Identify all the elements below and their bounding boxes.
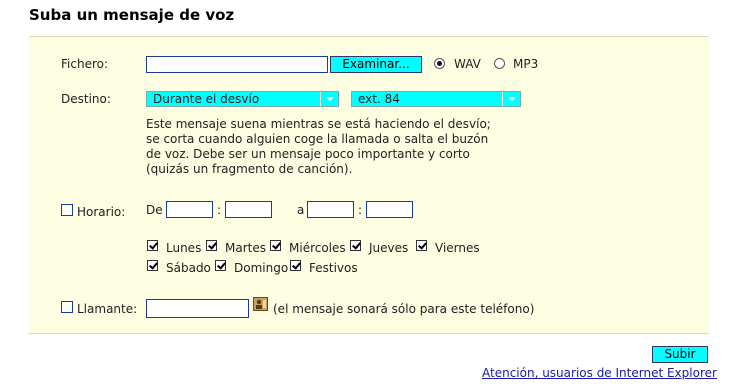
- submit-button[interactable]: Subir: [652, 346, 708, 363]
- from-label: De: [146, 203, 163, 217]
- form-panel: [29, 36, 709, 334]
- address-book-icon-glyph: [256, 299, 266, 309]
- destino-mode-select[interactable]: Durante el desvío: [146, 91, 339, 107]
- llamante-label: Llamante:: [77, 302, 138, 316]
- llamante-phone-input[interactable]: [146, 299, 249, 318]
- wav-label: WAV: [454, 57, 481, 71]
- wav-radio[interactable]: [434, 58, 445, 69]
- day-label-viernes: Viernes: [435, 241, 480, 255]
- from-hour-input[interactable]: [166, 201, 213, 218]
- mp3-label: MP3: [513, 57, 539, 71]
- day-checkbox-lunes[interactable]: [147, 240, 158, 251]
- to-hour-input[interactable]: [307, 201, 354, 218]
- destino-label: Destino:: [61, 92, 111, 106]
- day-label-jueves: Jueves: [369, 241, 409, 255]
- llamante-hint: (el mensaje sonará sólo para este teléfo…: [273, 302, 535, 316]
- day-checkbox-jueves[interactable]: [350, 240, 361, 251]
- to-label: a: [297, 203, 305, 217]
- mp3-radio[interactable]: [494, 58, 505, 69]
- file-path-input[interactable]: [146, 56, 328, 73]
- destino-description: Este mensaje suena mientras se está haci…: [146, 117, 491, 176]
- fichero-label: Fichero:: [61, 57, 109, 71]
- ie-users-link[interactable]: Atención, usuarios de Internet Explorer: [482, 366, 717, 380]
- chevron-down-icon: [502, 92, 520, 106]
- destino-mode-value: Durante el desvío: [153, 92, 260, 106]
- day-checkbox-viernes[interactable]: [416, 240, 427, 251]
- day-label-domingo: Domingo: [234, 261, 289, 275]
- browse-button[interactable]: Examinar...: [330, 56, 422, 73]
- chevron-down-icon: [320, 92, 338, 106]
- day-checkbox-miercoles[interactable]: [270, 240, 281, 251]
- day-label-sabado: Sábado: [166, 261, 211, 275]
- horario-checkbox[interactable]: [61, 204, 73, 216]
- page-title: Suba un mensaje de voz: [29, 6, 235, 24]
- day-label-lunes: Lunes: [166, 241, 202, 255]
- day-checkbox-sabado[interactable]: [147, 260, 158, 271]
- destino-extension-value: ext. 84: [358, 92, 400, 106]
- day-label-miercoles: Miércoles: [289, 241, 346, 255]
- day-label-festivos: Festivos: [309, 261, 358, 275]
- to-minute-input[interactable]: [366, 201, 413, 218]
- day-checkbox-domingo[interactable]: [215, 260, 226, 271]
- horario-label: Horario:: [77, 205, 126, 219]
- day-checkbox-martes[interactable]: [206, 240, 217, 251]
- address-book-icon[interactable]: [253, 297, 268, 311]
- llamante-checkbox[interactable]: [61, 301, 73, 313]
- day-checkbox-festivos[interactable]: [290, 260, 301, 271]
- from-minute-input[interactable]: [225, 201, 272, 218]
- to-colon: :: [358, 203, 363, 217]
- day-label-martes: Martes: [225, 241, 266, 255]
- from-colon: :: [217, 203, 222, 217]
- destino-extension-select[interactable]: ext. 84: [351, 91, 521, 107]
